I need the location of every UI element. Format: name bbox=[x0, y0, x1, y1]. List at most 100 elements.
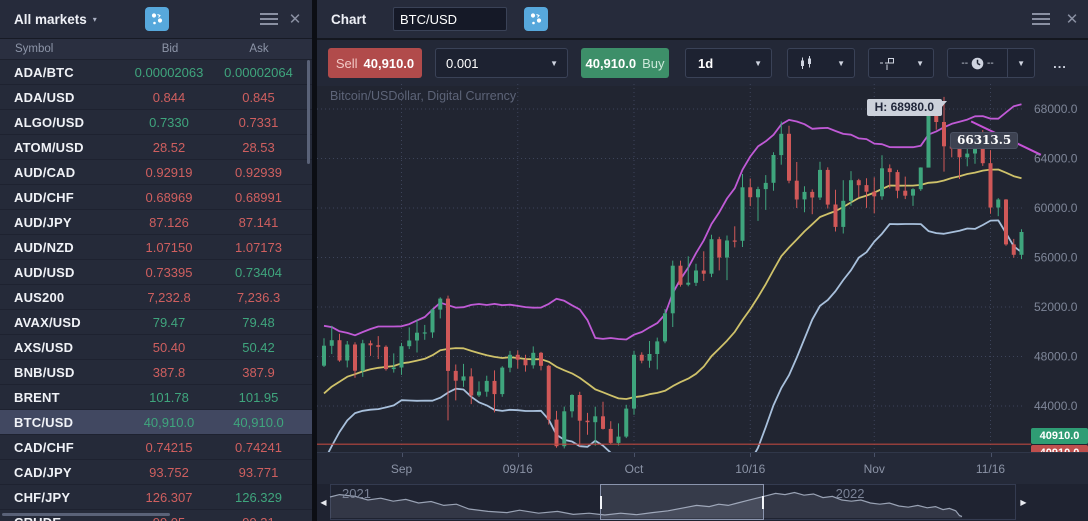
column-bid: Bid bbox=[120, 43, 220, 55]
x-axis-tick bbox=[991, 453, 992, 457]
link-dots-icon bbox=[528, 11, 544, 27]
market-bid: 40,910.0 bbox=[119, 415, 219, 430]
x-axis-tick bbox=[634, 453, 635, 457]
timeframe-value: 1d bbox=[698, 56, 713, 71]
market-bid: 126.307 bbox=[119, 490, 219, 505]
market-row-bnb-usd[interactable]: BNB/USD387.8387.9 bbox=[0, 360, 312, 385]
market-ask: 7,236.3 bbox=[219, 290, 312, 305]
x-axis-label: 10/16 bbox=[720, 462, 780, 476]
market-row-aud-jpy[interactable]: AUD/JPY87.12687.141 bbox=[0, 210, 312, 235]
market-ask: 79.48 bbox=[219, 315, 312, 330]
horizontal-scrollbar[interactable] bbox=[2, 513, 170, 516]
trading-app: All markets ▾ ✕ Symbol Bid Ask ADA/BTC0.… bbox=[0, 0, 1088, 521]
market-table: ADA/BTC0.000020630.00002064ADA/USD0.8440… bbox=[0, 60, 312, 521]
vertical-scrollbar[interactable] bbox=[307, 60, 310, 164]
market-bid: 28.52 bbox=[119, 140, 219, 155]
market-ask: 0.845 bbox=[219, 90, 312, 105]
market-row-ada-usd[interactable]: ADA/USD0.8440.845 bbox=[0, 85, 312, 110]
nav-handle-right[interactable] bbox=[762, 496, 764, 509]
nav-handle-left[interactable] bbox=[600, 496, 602, 509]
column-symbol: Symbol bbox=[0, 43, 120, 55]
market-row-brent[interactable]: BRENT101.78101.95 bbox=[0, 385, 312, 410]
market-symbol: AUD/USD bbox=[0, 265, 119, 280]
chevron-down-icon: ▼ bbox=[754, 59, 762, 68]
nav-year-label: 2021 bbox=[342, 486, 371, 501]
quantity-select[interactable]: 0.001 ▼ bbox=[435, 48, 568, 78]
market-ask: 99.31 bbox=[219, 515, 312, 521]
market-row-aud-nzd[interactable]: AUD/NZD1.071501.07173 bbox=[0, 235, 312, 260]
market-row-aud-chf[interactable]: AUD/CHF0.689690.68991 bbox=[0, 185, 312, 210]
market-bid: 0.74215 bbox=[119, 440, 219, 455]
market-symbol: ALGO/USD bbox=[0, 115, 119, 130]
chart-panel-header: Chart ✕ bbox=[317, 0, 1088, 40]
market-bid: 93.752 bbox=[119, 465, 219, 480]
menu-icon[interactable] bbox=[1028, 0, 1054, 38]
market-ask: 0.68991 bbox=[219, 190, 312, 205]
close-icon[interactable]: ✕ bbox=[1059, 0, 1085, 38]
symbol-input[interactable] bbox=[393, 7, 507, 31]
chevron-down-icon: ▼ bbox=[550, 59, 558, 68]
more-button[interactable]: ... bbox=[1047, 48, 1073, 78]
x-axis-label: Sep bbox=[372, 462, 432, 476]
market-symbol: CAD/CHF bbox=[0, 440, 119, 455]
y-axis-labels: 68000.064000.060000.056000.052000.048000… bbox=[1034, 102, 1078, 413]
crosshair-select[interactable]: ▼ bbox=[868, 48, 934, 78]
market-ask: 0.7331 bbox=[219, 115, 312, 130]
market-symbol: AUD/CAD bbox=[0, 165, 119, 180]
link-group-icon[interactable] bbox=[524, 7, 548, 31]
market-bid: 0.00002063 bbox=[119, 65, 219, 80]
market-symbol: AVAX/USD bbox=[0, 315, 119, 330]
market-row-ada-btc[interactable]: ADA/BTC0.000020630.00002064 bbox=[0, 60, 312, 85]
market-ask: 87.141 bbox=[219, 215, 312, 230]
svg-text:44000.0: 44000.0 bbox=[1034, 399, 1078, 413]
market-symbol: AUS200 bbox=[0, 290, 119, 305]
chart-type-select[interactable]: ▼ bbox=[787, 48, 855, 78]
market-row-aud-usd[interactable]: AUD/USD0.733950.73404 bbox=[0, 260, 312, 285]
market-row-atom-usd[interactable]: ATOM/USD28.5228.53 bbox=[0, 135, 312, 160]
sell-label: Sell bbox=[336, 56, 358, 71]
svg-text:48000.0: 48000.0 bbox=[1034, 350, 1078, 364]
market-symbol: BTC/USD bbox=[0, 415, 119, 430]
market-ask: 1.07173 bbox=[219, 240, 312, 255]
link-group-icon[interactable] bbox=[145, 7, 169, 31]
menu-icon[interactable] bbox=[256, 0, 282, 38]
market-symbol: ADA/BTC bbox=[0, 65, 119, 80]
close-icon[interactable]: ✕ bbox=[282, 0, 308, 38]
market-bid: 87.126 bbox=[119, 215, 219, 230]
sell-button[interactable]: Sell 40,910.0 bbox=[328, 48, 422, 78]
market-symbol: AUD/JPY bbox=[0, 215, 119, 230]
market-symbol: AUD/NZD bbox=[0, 240, 119, 255]
nav-window[interactable] bbox=[600, 484, 764, 520]
market-ask: 387.9 bbox=[219, 365, 312, 380]
buy-button[interactable]: 40,910.0 Buy bbox=[581, 48, 669, 78]
x-axis-tick bbox=[402, 453, 403, 457]
market-row-axs-usd[interactable]: AXS/USD50.4050.42 bbox=[0, 335, 312, 360]
market-row-cad-chf[interactable]: CAD/CHF0.742150.74241 bbox=[0, 435, 312, 460]
market-bid: 101.78 bbox=[119, 390, 219, 405]
market-row-algo-usd[interactable]: ALGO/USD0.73300.7331 bbox=[0, 110, 312, 135]
chart-navigator: ◀ ▶ 20212022 bbox=[317, 484, 1088, 521]
market-ask: 126.329 bbox=[219, 490, 312, 505]
session-clock-select[interactable]: -- -- ▼ bbox=[947, 48, 1035, 78]
market-bid: 1.07150 bbox=[119, 240, 219, 255]
market-row-aud-cad[interactable]: AUD/CAD0.929190.92939 bbox=[0, 160, 312, 185]
markets-title[interactable]: All markets bbox=[14, 12, 87, 27]
nav-right-arrow-icon[interactable]: ▶ bbox=[1017, 484, 1030, 521]
market-row-btc-usd[interactable]: BTC/USD40,910.040,910.0 bbox=[0, 410, 312, 435]
link-dots-icon bbox=[149, 11, 165, 27]
market-row-avax-usd[interactable]: AVAX/USD79.4779.48 bbox=[0, 310, 312, 335]
column-ask: Ask bbox=[220, 43, 312, 55]
market-bid: 0.68969 bbox=[119, 190, 219, 205]
market-row-cad-jpy[interactable]: CAD/JPY93.75293.771 bbox=[0, 460, 312, 485]
market-ask: 28.53 bbox=[219, 140, 312, 155]
market-symbol: CAD/JPY bbox=[0, 465, 119, 480]
plot-area[interactable]: 68000.064000.060000.056000.052000.048000… bbox=[317, 84, 1088, 452]
markets-panel: All markets ▾ ✕ Symbol Bid Ask ADA/BTC0.… bbox=[0, 0, 312, 521]
quantity-value: 0.001 bbox=[446, 56, 479, 71]
chevron-down-icon[interactable]: ▾ bbox=[93, 15, 97, 24]
timeframe-select[interactable]: 1d ▼ bbox=[685, 48, 772, 78]
market-row-aus200[interactable]: AUS2007,232.87,236.3 bbox=[0, 285, 312, 310]
market-bid: 79.47 bbox=[119, 315, 219, 330]
svg-text:52000.0: 52000.0 bbox=[1034, 300, 1078, 314]
market-row-chf-jpy[interactable]: CHF/JPY126.307126.329 bbox=[0, 485, 312, 510]
